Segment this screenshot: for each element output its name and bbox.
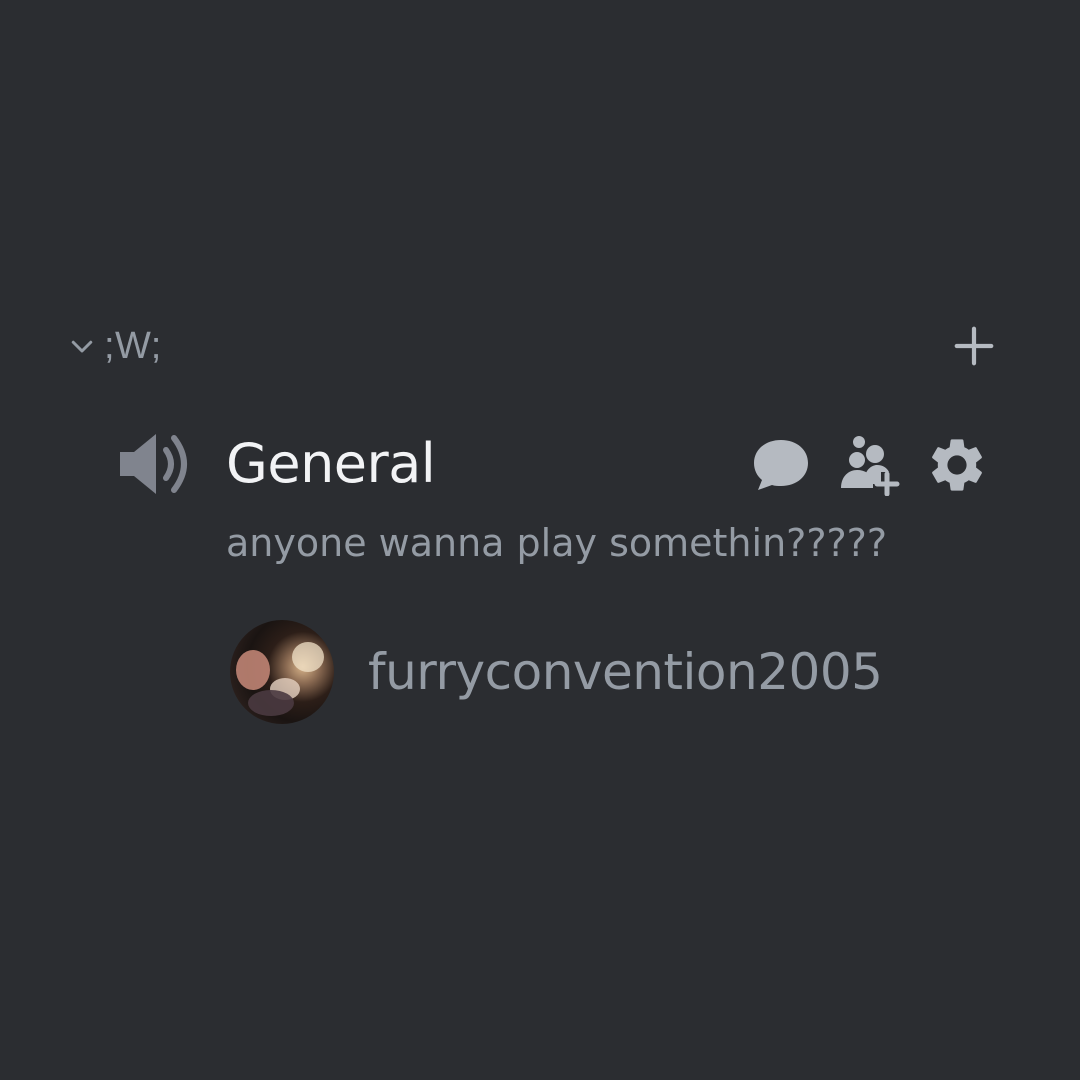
speaker-icon [116, 426, 196, 502]
voice-user-item[interactable]: furryconvention2005 [230, 620, 883, 724]
voice-channel-general[interactable]: General [110, 420, 1000, 510]
avatar[interactable] [230, 620, 334, 724]
channel-list-panel: ;W; General anyone wanna play somethin??… [0, 0, 1080, 1080]
chevron-down-icon[interactable] [62, 326, 102, 366]
channel-name[interactable]: General [226, 426, 436, 502]
voice-user-name[interactable]: furryconvention2005 [368, 643, 883, 701]
category-name[interactable]: ;W; [104, 325, 162, 368]
plus-icon[interactable] [946, 318, 1002, 374]
gear-icon[interactable] [924, 432, 990, 498]
chat-bubble-icon[interactable] [748, 432, 814, 498]
channel-status: anyone wanna play somethin????? [226, 521, 887, 565]
invite-users-icon[interactable] [836, 432, 902, 498]
category-header[interactable]: ;W; [62, 318, 1002, 374]
channel-actions [748, 430, 990, 500]
